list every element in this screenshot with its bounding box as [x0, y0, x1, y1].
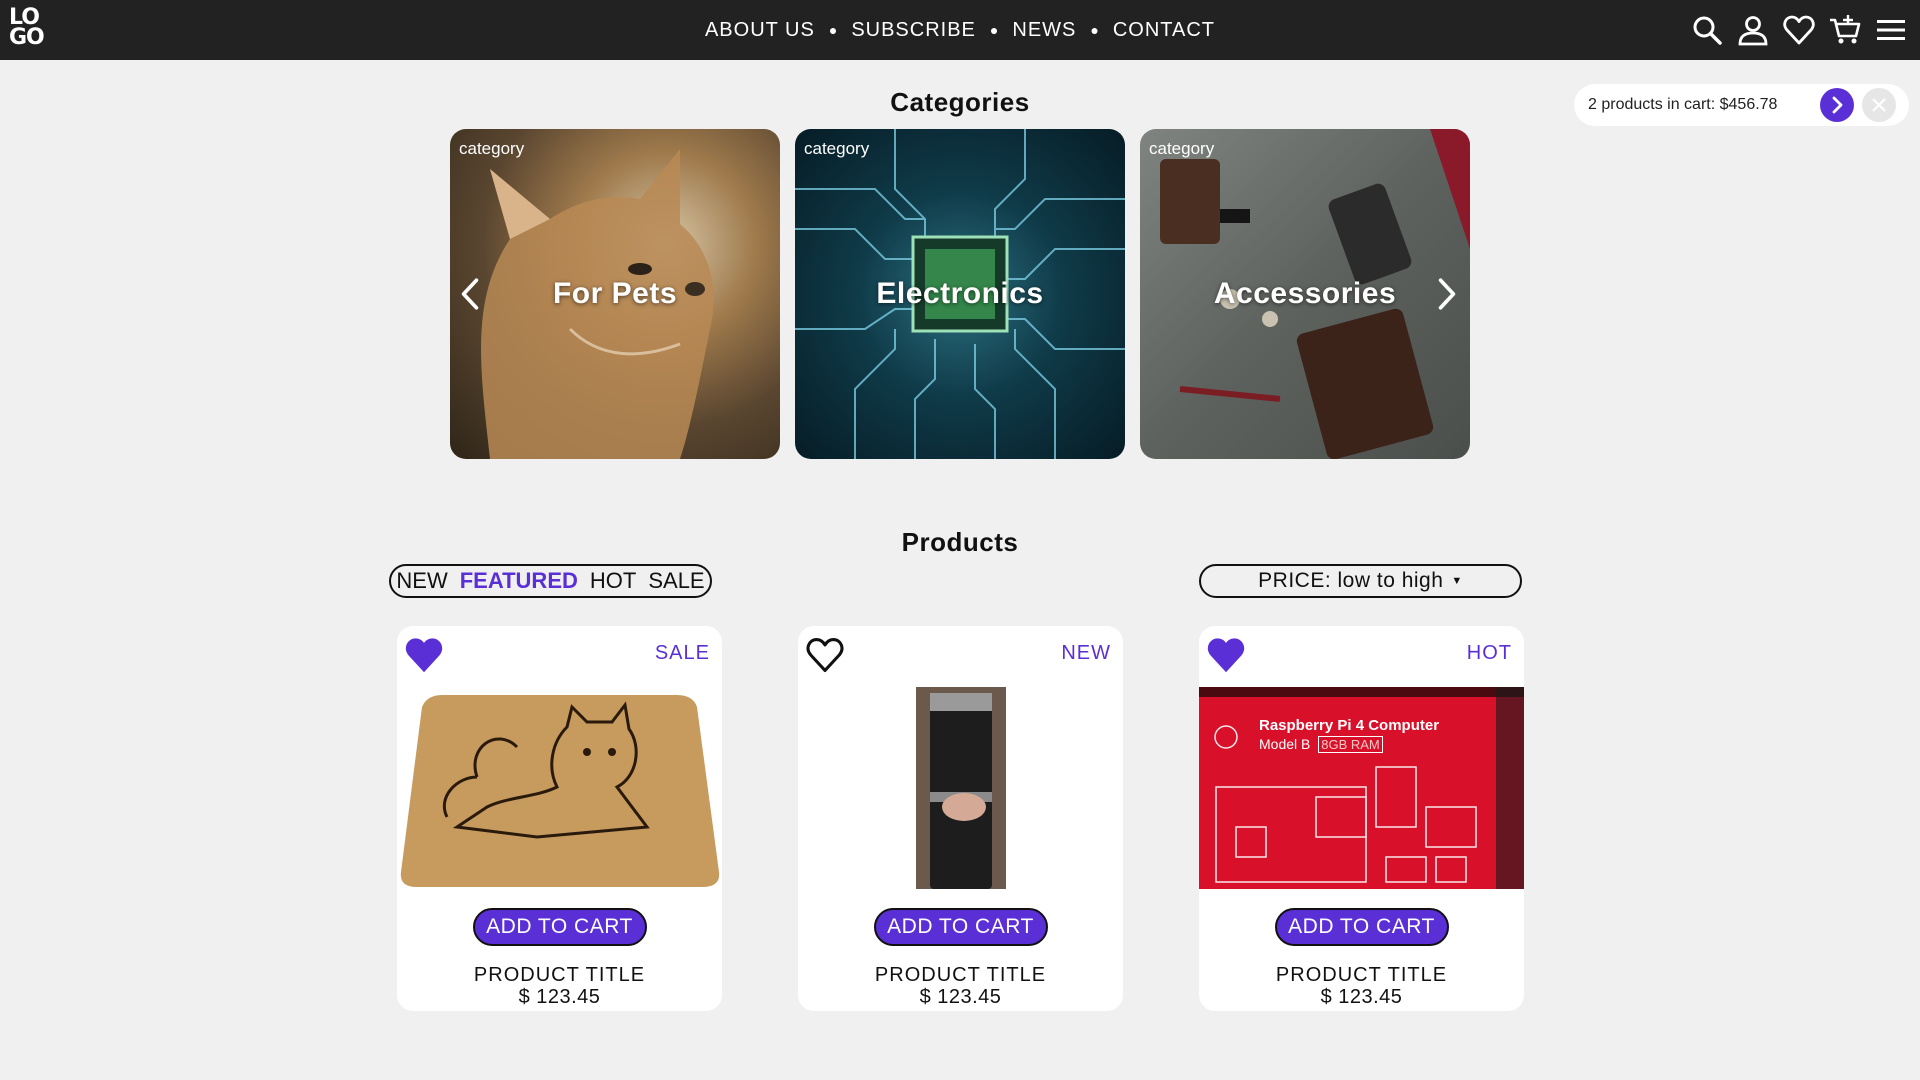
- product-price: $ 123.45: [518, 986, 601, 1008]
- product-card: NEW ADD TO CART PRODUCT TITLE $ 123.45: [798, 626, 1123, 1011]
- product-badge: HOT: [1466, 642, 1512, 664]
- category-title: Accessories: [1213, 277, 1397, 310]
- product-price: $ 123.45: [919, 986, 1002, 1008]
- tumbler-image: [915, 687, 1006, 889]
- top-bar: LO GO ABOUT US ● SUBSCRIBE ● NEWS ● CONT…: [0, 0, 1920, 60]
- product-badge: SALE: [654, 642, 710, 664]
- logo-line-2: GO: [9, 25, 45, 50]
- category-title: For Pets: [552, 277, 678, 310]
- search-icon[interactable]: [1690, 13, 1724, 47]
- products-heading: Products: [901, 527, 1019, 557]
- filter-featured[interactable]: FEATURED: [454, 568, 584, 594]
- sort-label: PRICE: low to high: [1258, 569, 1444, 592]
- category-card-accessories[interactable]: category Accessories: [1140, 129, 1470, 459]
- carousel-next-button[interactable]: [1432, 273, 1462, 315]
- product-price: $ 123.45: [1320, 986, 1403, 1008]
- favorite-heart-icon[interactable]: [1207, 636, 1245, 674]
- menu-icon[interactable]: [1874, 13, 1908, 47]
- product-card: SALE ADD TO CART PRODUCT TITLE $ 123.45: [397, 626, 722, 1011]
- cork-mat-image: [400, 695, 720, 887]
- category-card-electronics[interactable]: category Electronics: [795, 129, 1125, 459]
- box-title: Raspberry Pi 4 Computer: [1259, 717, 1440, 734]
- category-title: Electronics: [876, 277, 1044, 310]
- product-image: Raspberry Pi 4 Computer Model B 8GB RAM: [1199, 687, 1524, 889]
- filter-hot[interactable]: HOT: [584, 568, 642, 594]
- nav-separator: ●: [828, 22, 838, 38]
- logo[interactable]: LO GO: [9, 7, 53, 52]
- nav-contact[interactable]: CONTACT: [1113, 19, 1215, 42]
- product-title: PRODUCT TITLE: [874, 964, 1047, 986]
- heart-icon[interactable]: [1782, 13, 1816, 47]
- product-badge: NEW: [1061, 642, 1111, 664]
- filter-sale[interactable]: SALE: [642, 568, 710, 594]
- nav-separator: ●: [989, 22, 999, 38]
- nav-news[interactable]: NEWS: [1012, 19, 1076, 42]
- favorite-heart-icon[interactable]: [806, 636, 844, 674]
- sort-select[interactable]: PRICE: low to high ▼: [1199, 564, 1522, 598]
- box-ram: 8GB RAM: [1318, 736, 1383, 753]
- nav-about-us[interactable]: ABOUT US: [705, 19, 815, 42]
- product-filter-tabs: NEW FEATURED HOT SALE: [389, 564, 712, 598]
- caret-down-icon: ▼: [1451, 575, 1463, 587]
- chevron-left-icon: [461, 278, 479, 310]
- nav-subscribe[interactable]: SUBSCRIBE: [851, 19, 976, 42]
- carousel-prev-button[interactable]: [455, 273, 485, 315]
- box-subtitle: Model B 8GB RAM: [1259, 736, 1383, 753]
- cart-icon[interactable]: [1828, 13, 1862, 47]
- product-image: [798, 687, 1123, 889]
- add-to-cart-button[interactable]: ADD TO CART: [472, 908, 647, 946]
- product-card: HOT Raspberry Pi 4 Computer Model B 8GB …: [1199, 626, 1524, 1011]
- nav-separator: ●: [1090, 22, 1099, 38]
- box-model: Model B: [1259, 736, 1311, 752]
- user-icon[interactable]: [1736, 13, 1770, 47]
- raspberry-pi-box-image: Raspberry Pi 4 Computer Model B 8GB RAM: [1199, 687, 1524, 889]
- favorite-heart-icon[interactable]: [405, 636, 443, 674]
- product-image: [397, 687, 722, 889]
- add-to-cart-button[interactable]: ADD TO CART: [1274, 908, 1449, 946]
- add-to-cart-button[interactable]: ADD TO CART: [873, 908, 1048, 946]
- filter-new[interactable]: NEW: [390, 568, 453, 594]
- main-nav: ABOUT US ● SUBSCRIBE ● NEWS ● CONTACT: [0, 0, 1920, 60]
- product-title: PRODUCT TITLE: [1275, 964, 1448, 986]
- category-card-pets[interactable]: category For Pets: [450, 129, 780, 459]
- chevron-right-icon: [1438, 278, 1456, 310]
- categories-heading: Categories: [890, 87, 1030, 117]
- header-icons: [1690, 10, 1908, 50]
- product-title: PRODUCT TITLE: [473, 964, 646, 986]
